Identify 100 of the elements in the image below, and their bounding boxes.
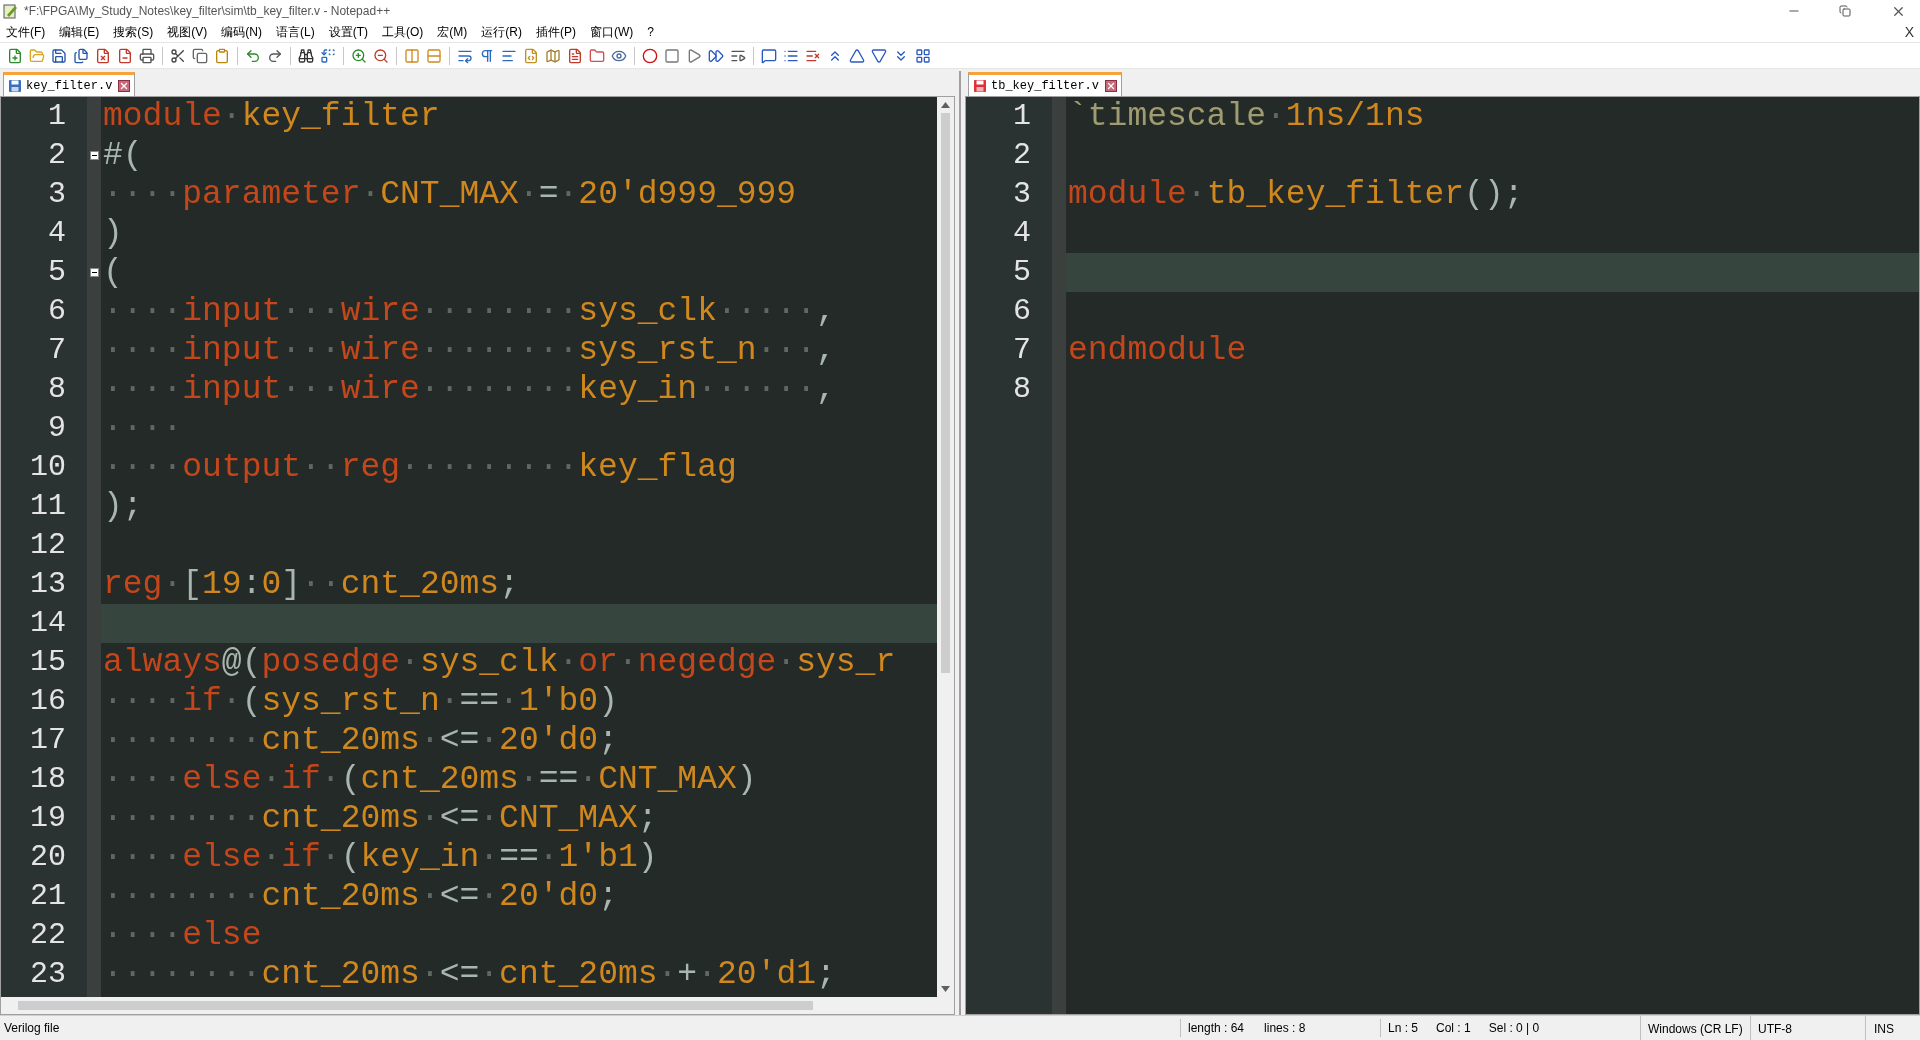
file-tab[interactable]: tb_key_filter.v [968,72,1123,96]
new-file-icon[interactable] [7,47,23,64]
grid-icon[interactable] [915,47,931,64]
menu-item[interactable]: 宏(M) [437,23,468,41]
line-number: 9 [47,410,67,447]
columns-icon[interactable] [404,47,420,64]
file-text-icon[interactable] [567,47,583,64]
menu-item[interactable]: ? [647,23,654,41]
editor-pane[interactable] [0,96,955,1015]
status-text: Col : 1 [1435,1020,1472,1037]
close-icon[interactable] [1105,79,1118,92]
status-text: INS [1873,1022,1895,1036]
menu-item[interactable]: 窗口(W) [590,23,634,41]
line-number: 2 [47,137,67,174]
line-number: 10 [29,449,67,486]
line-number: 23 [29,956,67,993]
close-icon[interactable] [118,79,131,92]
menu-item[interactable]: 搜索(S) [113,23,154,41]
line-number: 4 [47,215,67,252]
menu-item[interactable]: 插件(P) [536,23,576,41]
line-number: 1 [1012,98,1032,135]
menu-item[interactable]: 语言(L) [276,23,315,41]
redo-icon[interactable] [267,47,283,64]
status-text: length : 64 [1187,1020,1246,1037]
line-number: 5 [47,254,67,291]
line-number: 1 [47,98,67,135]
fold-marker-icon[interactable] [89,268,99,277]
rows-icon[interactable] [426,47,442,64]
record-icon[interactable] [642,47,658,64]
status-text: Verilog file [3,1020,61,1037]
line-number: 8 [47,371,67,408]
tab-label: key_filter.v [26,77,113,95]
line-number: 3 [47,176,67,213]
save-icon[interactable] [51,47,67,64]
window-title: *F:\FPGA\My_Study_Notes\key_filter\sim\tb_key_filter.v - Notepad++ [24,3,391,20]
close-document-button[interactable]: X [1904,21,1914,43]
editor-pane[interactable]: 1 2 3 4 5 6 7 8 `timescale·1ns/1ns module·tb_key_filter(); endmodule [965,96,1920,1015]
menu-item[interactable]: 设置(T) [328,23,368,41]
cut-icon[interactable] [170,47,186,64]
status-text: UTF-8 [1757,1022,1793,1036]
print-icon[interactable] [139,47,155,64]
line-number: 15 [29,644,67,681]
line-number: 22 [29,917,67,954]
comment-icon[interactable] [761,47,777,64]
file-minus-icon[interactable] [117,47,133,64]
menu-item[interactable]: 视图(V) [167,23,208,41]
line-number: 20 [29,839,67,876]
line-number: 2 [1012,137,1032,174]
line-number: 12 [29,527,67,564]
line-number: 4 [1012,215,1032,252]
line-number: 6 [47,293,67,330]
vertical-scrollbar[interactable] [937,97,954,997]
line-number: 13 [29,566,67,603]
scroll-down-icon[interactable] [941,986,950,992]
line-number: 19 [29,800,67,837]
line-number: 6 [1012,293,1032,330]
notepad-icon [2,3,18,19]
copy-icon[interactable] [192,47,208,64]
line-number: 5 [1012,254,1032,291]
play-icon[interactable] [686,47,702,64]
line-number: 17 [29,722,67,759]
file-close-icon[interactable] [95,47,111,64]
file-tab[interactable]: key_filter.v [3,72,136,96]
undo-icon[interactable] [245,47,261,64]
menu-item[interactable]: 运行(R) [481,23,522,41]
line-number: 21 [29,878,67,915]
menu-item[interactable]: 编码(N) [221,23,262,41]
line-number: 7 [47,332,67,369]
status-text: Ln : 5 [1387,1020,1420,1037]
menu-item[interactable]: 编辑(E) [59,23,100,41]
fold-marker-icon[interactable] [89,151,99,160]
zoom-in-icon[interactable] [351,47,367,64]
binoculars-icon[interactable] [298,47,314,64]
folder-icon[interactable] [589,47,605,64]
map-icon[interactable] [545,47,561,64]
line-number: 18 [29,761,67,798]
line-number: 8 [1012,371,1032,408]
menu-item[interactable]: 工具(O) [382,23,424,41]
line-number: 7 [1012,332,1032,369]
stop-icon[interactable] [664,47,680,64]
fast-forward-icon[interactable] [708,47,724,64]
files-icon[interactable] [73,47,89,64]
pilcrow-icon[interactable] [479,47,495,64]
horizontal-scrollbar[interactable] [1,997,954,1014]
status-text: Windows (CR LF) [1647,1022,1744,1036]
file-code-icon[interactable] [523,47,539,64]
menu-item[interactable]: 文件(F) [6,23,46,41]
line-number: 14 [29,605,67,642]
restore-icon[interactable] [1839,5,1851,17]
status-text: Sel : 0 | 0 [1487,1020,1541,1037]
line-number: 11 [29,488,67,525]
scroll-up-icon[interactable] [941,102,950,108]
triangle-down-icon[interactable] [871,47,887,64]
triangle-up-icon[interactable] [849,47,865,64]
zoom-out-icon[interactable] [373,47,389,64]
tab-label: tb_key_filter.v [991,77,1100,95]
line-number: 16 [29,683,67,720]
line-number: 3 [1012,176,1032,213]
status-text: lines : 8 [1263,1020,1307,1037]
clipboard-icon[interactable] [214,47,230,64]
